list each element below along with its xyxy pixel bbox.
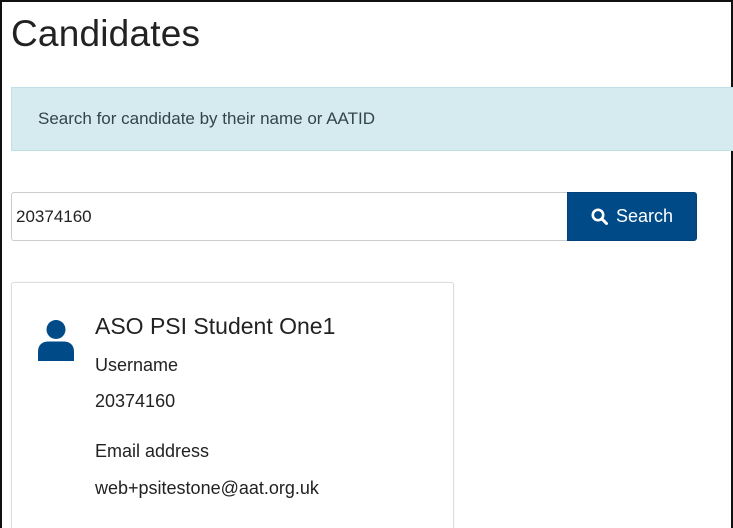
email-value: web+psitestone@aat.org.uk <box>95 478 319 498</box>
search-button[interactable]: Search <box>567 192 697 241</box>
username-value: 20374160 <box>95 391 176 411</box>
username-label: Username <box>95 355 179 375</box>
page-title: Candidates <box>11 13 201 54</box>
info-banner: Search for candidate by their name or AA… <box>11 87 733 151</box>
candidate-card[interactable]: ASO PSI Student One1 Username 20374160 E… <box>11 282 454 528</box>
candidate-name: ASO PSI Student One1 <box>95 313 336 339</box>
search-button-label: Search <box>615 206 674 226</box>
search-icon <box>591 208 608 225</box>
search-input[interactable] <box>11 192 567 241</box>
search-bar: Search <box>11 192 697 241</box>
email-label: Email address <box>95 441 210 461</box>
info-banner-text: Search for candidate by their name or AA… <box>38 109 376 128</box>
user-icon <box>38 320 74 361</box>
